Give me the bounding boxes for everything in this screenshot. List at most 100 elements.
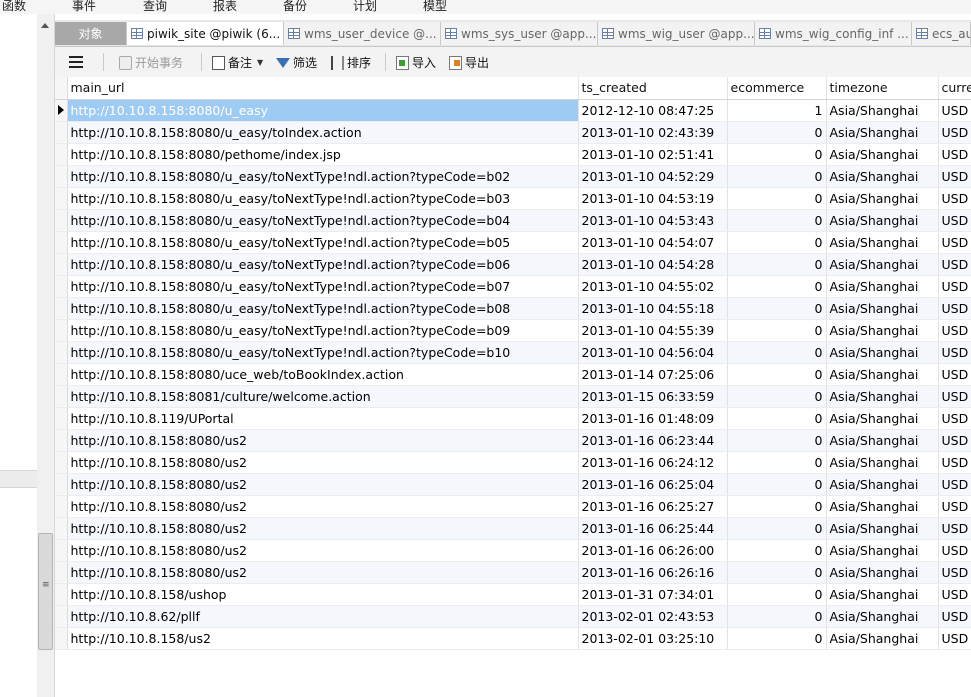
cell-currency[interactable]: USD bbox=[938, 165, 971, 188]
cell-timezone[interactable]: Asia/Shanghai bbox=[826, 451, 939, 474]
cell-timezone[interactable]: Asia/Shanghai bbox=[826, 143, 939, 166]
cell-ts-created[interactable]: 2013-01-10 04:53:19 bbox=[578, 187, 728, 210]
cell-ts-created[interactable]: 2013-01-16 06:24:12 bbox=[578, 451, 728, 474]
row-indicator[interactable] bbox=[55, 231, 68, 254]
cell-ts-created[interactable]: 2013-01-16 06:26:00 bbox=[578, 539, 728, 562]
cell-timezone[interactable]: Asia/Shanghai bbox=[826, 209, 939, 232]
row-indicator[interactable] bbox=[55, 341, 68, 364]
cell-ecommerce[interactable]: 0 bbox=[727, 143, 827, 166]
cell-ts-created[interactable]: 2013-01-16 06:25:44 bbox=[578, 517, 728, 540]
cell-main-url[interactable]: http://10.10.8.158:8080/u_easy/toNextTyp… bbox=[67, 165, 579, 188]
cell-currency[interactable]: USD bbox=[938, 451, 971, 474]
cell-currency[interactable]: USD bbox=[938, 187, 971, 210]
nav-selected-item[interactable] bbox=[0, 470, 37, 488]
tab-wms-wig-user[interactable]: wms_wig_user @app... bbox=[598, 22, 755, 45]
tab-ecs-au[interactable]: ecs_au bbox=[912, 22, 971, 45]
row-indicator[interactable] bbox=[55, 451, 68, 474]
row-indicator[interactable] bbox=[55, 517, 68, 540]
cell-main-url[interactable]: http://10.10.8.119/UPortal bbox=[67, 407, 579, 430]
table-row[interactable]: http://10.10.8.158:8080/u_easy 2012-12-10… bbox=[55, 99, 971, 122]
row-indicator[interactable] bbox=[55, 473, 68, 496]
cell-currency[interactable]: USD bbox=[938, 407, 971, 430]
cell-main-url[interactable]: http://10.10.8.158:8080/us2 bbox=[67, 517, 579, 540]
table-row[interactable]: http://10.10.8.158:8080/us2 2013-01-16 06… bbox=[55, 539, 971, 562]
cell-ts-created[interactable]: 2013-01-14 07:25:06 bbox=[578, 363, 728, 386]
cell-ecommerce[interactable]: 0 bbox=[727, 539, 827, 562]
cell-currency[interactable]: USD bbox=[938, 605, 971, 628]
table-row[interactable]: http://10.10.8.158:8080/u_easy/toNextTyp… bbox=[55, 231, 971, 254]
cell-main-url[interactable]: http://10.10.8.158:8080/u_easy/toNextTyp… bbox=[67, 341, 579, 364]
cell-currency[interactable]: USD bbox=[938, 121, 971, 144]
cell-main-url[interactable]: http://10.10.8.62/pllf bbox=[67, 605, 579, 628]
cell-ts-created[interactable]: 2013-01-10 04:56:04 bbox=[578, 341, 728, 364]
row-indicator[interactable] bbox=[55, 583, 68, 606]
cell-main-url[interactable]: http://10.10.8.158:8080/u_easy/toNextTyp… bbox=[67, 209, 579, 232]
cell-currency[interactable]: USD bbox=[938, 495, 971, 518]
cell-main-url[interactable]: http://10.10.8.158:8080/us2 bbox=[67, 473, 579, 496]
table-row[interactable]: http://10.10.8.158:8080/us2 2013-01-16 06… bbox=[55, 517, 971, 540]
menu-functions[interactable]: 函数 bbox=[2, 0, 26, 14]
cell-currency[interactable]: USD bbox=[938, 341, 971, 364]
cell-ecommerce[interactable]: 0 bbox=[727, 561, 827, 584]
cell-timezone[interactable]: Asia/Shanghai bbox=[826, 165, 939, 188]
cell-ecommerce[interactable]: 0 bbox=[727, 583, 827, 606]
cell-main-url[interactable]: http://10.10.8.158:8080/us2 bbox=[67, 495, 579, 518]
cell-main-url[interactable]: http://10.10.8.158/ushop bbox=[67, 583, 579, 606]
cell-currency[interactable]: USD bbox=[938, 231, 971, 254]
cell-ecommerce[interactable]: 0 bbox=[727, 297, 827, 320]
scroll-up-arrow-icon[interactable] bbox=[41, 23, 49, 28]
hamburger-icon[interactable] bbox=[69, 56, 83, 68]
cell-timezone[interactable]: Asia/Shanghai bbox=[826, 561, 939, 584]
cell-ecommerce[interactable]: 0 bbox=[727, 451, 827, 474]
menu-backup[interactable]: 备份 bbox=[283, 0, 307, 14]
cell-ts-created[interactable]: 2013-02-01 02:43:53 bbox=[578, 605, 728, 628]
menu-schedule[interactable]: 计划 bbox=[353, 0, 377, 14]
cell-timezone[interactable]: Asia/Shanghai bbox=[826, 517, 939, 540]
cell-timezone[interactable]: Asia/Shanghai bbox=[826, 363, 939, 386]
cell-ecommerce[interactable]: 0 bbox=[727, 187, 827, 210]
tab-piwik-site[interactable]: piwik_site @piwik (6... bbox=[127, 22, 284, 45]
cell-timezone[interactable]: Asia/Shanghai bbox=[826, 495, 939, 518]
table-row[interactable]: http://10.10.8.158:8080/u_easy/toNextTyp… bbox=[55, 165, 971, 188]
cell-currency[interactable]: USD bbox=[938, 429, 971, 452]
table-row[interactable]: http://10.10.8.158:8080/uce_web/toBookIn… bbox=[55, 363, 971, 386]
cell-timezone[interactable]: Asia/Shanghai bbox=[826, 121, 939, 144]
row-indicator[interactable] bbox=[55, 627, 68, 650]
row-indicator[interactable] bbox=[55, 253, 68, 276]
table-row[interactable]: http://10.10.8.158:8080/u_easy/toNextTyp… bbox=[55, 253, 971, 276]
cell-main-url[interactable]: http://10.10.8.158:8080/pethome/index.js… bbox=[67, 143, 579, 166]
cell-currency[interactable]: USD bbox=[938, 297, 971, 320]
navigation-pane[interactable] bbox=[0, 14, 38, 697]
begin-transaction-button[interactable]: 开始事务 bbox=[119, 54, 183, 71]
row-indicator[interactable] bbox=[55, 297, 68, 320]
cell-ts-created[interactable]: 2013-01-16 01:48:09 bbox=[578, 407, 728, 430]
filter-button[interactable]: 筛选 bbox=[276, 54, 317, 71]
cell-ecommerce[interactable]: 0 bbox=[727, 517, 827, 540]
cell-main-url[interactable]: http://10.10.8.158:8080/us2 bbox=[67, 451, 579, 474]
row-indicator[interactable] bbox=[55, 407, 68, 430]
cell-ts-created[interactable]: 2013-01-10 02:51:41 bbox=[578, 143, 728, 166]
cell-timezone[interactable]: Asia/Shanghai bbox=[826, 319, 939, 342]
cell-main-url[interactable]: http://10.10.8.158:8080/u_easy/toNextTyp… bbox=[67, 187, 579, 210]
cell-currency[interactable]: USD bbox=[938, 275, 971, 298]
column-header-ts-created[interactable]: ts_created bbox=[578, 77, 728, 100]
cell-timezone[interactable]: Asia/Shanghai bbox=[826, 539, 939, 562]
cell-ts-created[interactable]: 2013-01-10 04:53:43 bbox=[578, 209, 728, 232]
cell-ecommerce[interactable]: 0 bbox=[727, 121, 827, 144]
cell-timezone[interactable]: Asia/Shanghai bbox=[826, 473, 939, 496]
cell-timezone[interactable]: Asia/Shanghai bbox=[826, 341, 939, 364]
table-row[interactable]: http://10.10.8.158/ushop 2013-01-31 07:34… bbox=[55, 583, 971, 606]
cell-currency[interactable]: USD bbox=[938, 473, 971, 496]
column-header-main-url[interactable]: main_url bbox=[67, 77, 579, 100]
cell-ecommerce[interactable]: 0 bbox=[727, 319, 827, 342]
column-header-ecommerce[interactable]: ecommerce bbox=[727, 77, 827, 100]
cell-ts-created[interactable]: 2013-01-10 04:55:02 bbox=[578, 275, 728, 298]
cell-currency[interactable]: USD bbox=[938, 583, 971, 606]
table-row[interactable]: http://10.10.8.158:8080/pethome/index.js… bbox=[55, 143, 971, 166]
table-row[interactable]: http://10.10.8.158:8080/u_easy/toNextTyp… bbox=[55, 275, 971, 298]
cell-ecommerce[interactable]: 0 bbox=[727, 209, 827, 232]
cell-ts-created[interactable]: 2013-02-01 03:25:10 bbox=[578, 627, 728, 650]
cell-currency[interactable]: USD bbox=[938, 627, 971, 650]
import-button[interactable]: 导入 bbox=[396, 54, 436, 71]
table-row[interactable]: http://10.10.8.158:8080/u_easy/toIndex.a… bbox=[55, 121, 971, 144]
